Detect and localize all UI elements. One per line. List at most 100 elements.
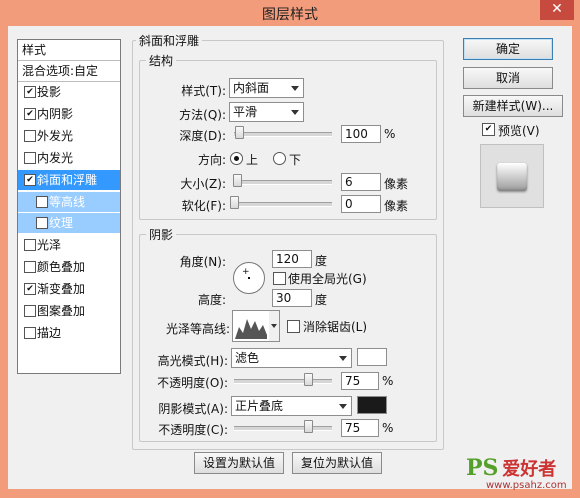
shadow-opacity-input[interactable]: 75	[341, 419, 379, 437]
angle-input[interactable]: 120	[272, 250, 312, 268]
style-item[interactable]: 颜色叠加	[18, 257, 120, 277]
preview-checkbox[interactable]: ✔	[482, 123, 495, 136]
shadow-opacity-slider-track[interactable]	[234, 426, 332, 431]
soften-slider-thumb[interactable]	[230, 196, 239, 209]
style-item-label: 内发光	[37, 150, 74, 165]
reset-default-button[interactable]: 复位为默认值	[292, 452, 382, 474]
anti-aliased-label: 消除锯齿(L)	[303, 320, 368, 334]
style-item-label: 外发光	[37, 128, 74, 143]
anti-aliased-checkbox[interactable]	[287, 320, 300, 333]
style-item-checkbox[interactable]	[24, 261, 36, 274]
style-item[interactable]: ✔ 斜面和浮雕	[18, 169, 120, 190]
angle-unit: 度	[315, 254, 328, 268]
shadow-opacity-label: 不透明度(C):	[158, 423, 228, 437]
highlight-opacity-input[interactable]: 75	[341, 372, 379, 390]
crosshair-icon: +	[242, 267, 250, 277]
chevron-down-icon	[339, 404, 347, 409]
shadow-opacity-slider-thumb[interactable]	[303, 420, 313, 433]
use-global-light-checkbox[interactable]	[273, 272, 286, 285]
style-item-checkbox[interactable]	[36, 195, 48, 208]
depth-input[interactable]: 100	[341, 125, 381, 143]
style-item[interactable]: ✔ 内阴影	[18, 104, 120, 124]
soften-slider-track[interactable]	[234, 202, 332, 207]
style-item[interactable]: ✔ 投影	[18, 82, 120, 102]
style-item-checkbox[interactable]	[24, 305, 36, 317]
direction-down-radio[interactable]	[273, 152, 286, 165]
direction-label: 方向:	[197, 153, 226, 167]
close-button[interactable]: ✕	[540, 0, 574, 20]
style-item-checkbox[interactable]	[24, 151, 36, 164]
style-label: 样式(T):	[181, 84, 226, 98]
style-item[interactable]: 描边	[18, 323, 120, 343]
watermark-logo: PS 爱好者	[466, 455, 556, 481]
title-bar: 图层样式 ✕	[0, 0, 580, 26]
style-item[interactable]: 纹理	[18, 213, 120, 234]
style-item-label: 渐变叠加	[37, 282, 86, 297]
style-item[interactable]: 等高线	[18, 191, 120, 212]
method-select-value: 平滑	[233, 105, 258, 119]
angle-dial-dot	[248, 277, 250, 279]
preview-swatch	[497, 163, 527, 191]
highlight-color-swatch[interactable]	[357, 348, 387, 366]
size-label: 大小(Z):	[180, 177, 226, 191]
blending-options-item[interactable]: 混合选项:自定	[18, 61, 120, 82]
highlight-mode-select[interactable]: 滤色	[231, 348, 352, 368]
depth-unit: %	[384, 127, 396, 141]
dialog-body: 样式 混合选项:自定 ✔ 投影 ✔ 内阴影 外发光 内发光 ✔ 斜面和浮雕 等高线 纹理 光泽 颜色叠…	[8, 26, 572, 489]
method-label: 方法(Q):	[179, 108, 226, 122]
style-item-checkbox[interactable]	[24, 326, 36, 339]
bevel-emboss-title: 斜面和浮雕	[136, 32, 203, 49]
highlight-opacity-unit: %	[382, 374, 394, 388]
size-slider-thumb[interactable]	[232, 174, 242, 187]
use-global-light-label: 使用全局光(G)	[288, 272, 367, 286]
style-item-checkbox[interactable]	[36, 217, 48, 230]
shadow-mode-value: 正片叠底	[235, 399, 284, 413]
style-item[interactable]: ✔ 渐变叠加	[18, 279, 120, 299]
style-item[interactable]: 光泽	[18, 235, 120, 255]
style-item-checkbox[interactable]: ✔	[24, 86, 36, 98]
soften-input[interactable]: 0	[341, 195, 381, 213]
style-item-checkbox[interactable]: ✔	[24, 283, 36, 296]
style-item[interactable]: 外发光	[18, 126, 120, 146]
direction-down-label: 下	[289, 153, 302, 167]
altitude-input[interactable]: 30	[272, 289, 312, 307]
style-preview-thumbnail	[480, 144, 544, 208]
watermark-url: www.psahz.com	[486, 480, 567, 491]
size-input[interactable]: 6	[341, 173, 381, 191]
cancel-button[interactable]: 取消	[463, 67, 553, 89]
depth-slider-thumb[interactable]	[234, 126, 244, 139]
ok-button[interactable]: 确定	[463, 38, 553, 60]
styles-header[interactable]: 样式	[18, 40, 120, 61]
style-item[interactable]: 图案叠加	[18, 301, 120, 321]
style-item-label: 颜色叠加	[37, 260, 86, 275]
make-default-button[interactable]: 设置为默认值	[194, 452, 284, 474]
shadow-mode-select[interactable]: 正片叠底	[231, 396, 352, 416]
style-item[interactable]: 内发光	[18, 148, 120, 168]
soften-label: 软化(F):	[181, 199, 226, 213]
shading-title: 阴影	[146, 226, 177, 243]
altitude-unit: 度	[315, 293, 328, 307]
style-item-checkbox[interactable]: ✔	[24, 173, 36, 186]
shadow-color-swatch[interactable]	[357, 396, 387, 414]
style-item-label: 描边	[37, 325, 62, 340]
style-item-checkbox[interactable]	[24, 129, 36, 142]
direction-up-radio[interactable]	[230, 152, 243, 165]
size-slider-track[interactable]	[234, 180, 332, 185]
gloss-contour-dropdown[interactable]	[269, 310, 280, 342]
gloss-contour-label: 光泽等高线:	[165, 322, 230, 336]
new-style-button[interactable]: 新建样式(W)...	[463, 95, 563, 117]
method-select[interactable]: 平滑	[229, 102, 304, 122]
style-item-label: 图案叠加	[37, 304, 86, 318]
highlight-opacity-slider-thumb[interactable]	[303, 373, 313, 386]
style-item-checkbox[interactable]: ✔	[24, 107, 36, 120]
style-select[interactable]: 内斜面	[229, 78, 304, 98]
style-item-checkbox[interactable]	[24, 239, 36, 252]
structure-title: 结构	[146, 52, 177, 69]
angle-dial[interactable]: +	[233, 262, 265, 294]
style-item-label: 投影	[37, 85, 62, 99]
highlight-opacity-slider-track[interactable]	[234, 379, 332, 384]
size-unit: 像素	[384, 177, 409, 191]
chevron-down-icon	[291, 86, 299, 91]
depth-slider-track[interactable]	[234, 132, 332, 137]
gloss-contour-picker[interactable]	[232, 310, 270, 342]
